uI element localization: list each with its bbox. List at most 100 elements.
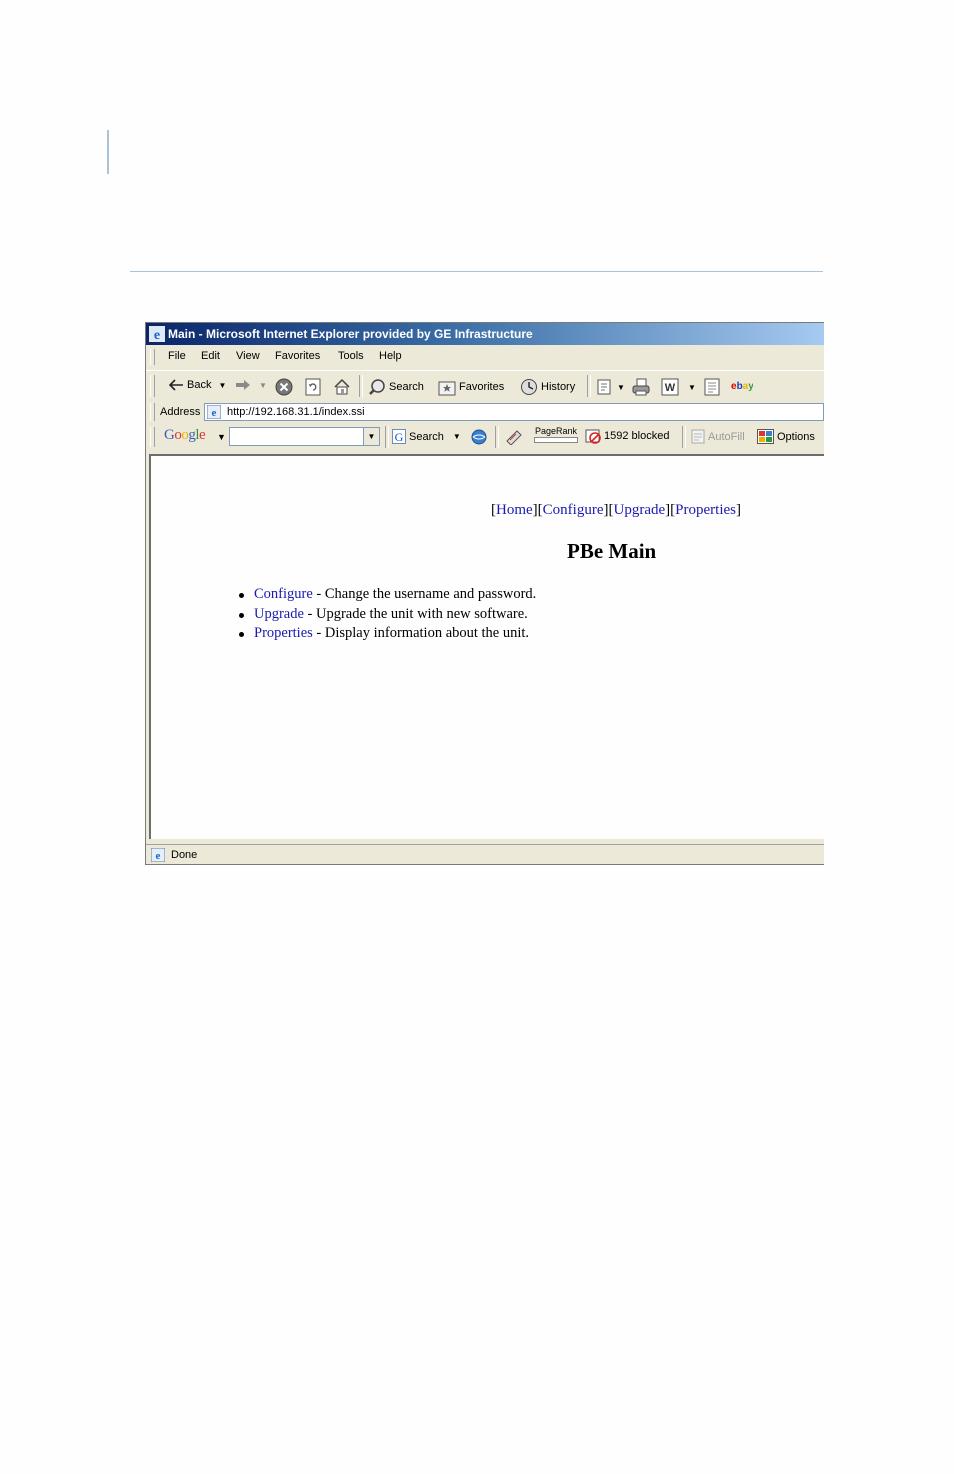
page-margin-line xyxy=(107,130,109,174)
toolbar-grip[interactable] xyxy=(150,375,155,397)
bullet-icon xyxy=(239,593,244,598)
forward-arrow-icon xyxy=(236,380,250,390)
list-item: Configure - Change the username and pass… xyxy=(239,586,536,606)
svg-text:G: G xyxy=(395,430,404,444)
news-button[interactable] xyxy=(505,429,523,445)
ebay-button[interactable]: ebay xyxy=(731,378,753,392)
word-icon: W xyxy=(661,378,679,396)
svg-text:e: e xyxy=(156,850,161,862)
upgrade-link[interactable]: Upgrade xyxy=(254,606,304,622)
menu-edit[interactable]: Edit xyxy=(201,350,220,362)
options-list: Configure - Change the username and pass… xyxy=(239,586,536,645)
page-viewport: [Home][Configure][Upgrade][Properties] P… xyxy=(149,454,824,839)
page-ie-icon: e xyxy=(207,405,221,419)
address-field[interactable]: e http://192.168.31.1/index.ssi xyxy=(204,403,824,421)
upgrade-description: - Upgrade the unit with new software. xyxy=(303,605,528,622)
options-button[interactable]: Options xyxy=(757,429,815,444)
edit-word-button[interactable]: W ▼ xyxy=(661,378,696,396)
list-item: Properties - Display information about t… xyxy=(239,625,536,645)
forward-dropdown-icon[interactable]: ▼ xyxy=(259,381,267,390)
properties-link[interactable]: Properties xyxy=(254,625,313,641)
google-logo[interactable]: Google xyxy=(164,427,206,444)
pagerank-indicator[interactable]: PageRank xyxy=(534,426,578,443)
ie-logo-icon: e xyxy=(149,326,165,342)
menu-file[interactable]: File xyxy=(168,350,186,362)
history-icon xyxy=(521,379,537,395)
discuss-icon xyxy=(704,378,720,396)
back-dropdown-icon[interactable]: ▼ xyxy=(218,381,226,390)
site-search-button[interactable] xyxy=(471,429,487,445)
menu-view[interactable]: View xyxy=(236,350,260,362)
svg-text:W: W xyxy=(665,382,676,394)
favorites-label: Favorites xyxy=(459,381,505,393)
pagerank-label: PageRank xyxy=(534,426,578,436)
menu-tools[interactable]: Tools xyxy=(338,350,364,362)
search-button[interactable]: Search xyxy=(368,378,424,396)
toolbar-separator xyxy=(385,426,389,448)
menu-help[interactable]: Help xyxy=(379,350,402,362)
menu-bar: File Edit View Favorites Tools Help xyxy=(146,346,824,368)
googlebar-grip[interactable] xyxy=(150,427,155,447)
nav-properties-link[interactable]: Properties xyxy=(675,502,736,518)
status-ie-icon: e xyxy=(151,848,165,862)
edit-dropdown-icon[interactable]: ▼ xyxy=(688,383,696,392)
refresh-button[interactable] xyxy=(304,378,322,396)
google-search-dropdown-icon[interactable]: ▼ xyxy=(363,428,379,445)
favorites-button[interactable]: Favorites xyxy=(438,378,504,396)
status-text: Done xyxy=(171,849,198,861)
menubar-grip[interactable] xyxy=(150,349,155,365)
autofill-button[interactable]: AutoFill xyxy=(691,429,745,444)
addressbar-grip[interactable] xyxy=(150,403,155,421)
list-item: Upgrade - Upgrade the unit with new soft… xyxy=(239,606,536,626)
svg-text:e: e xyxy=(212,407,217,419)
bullet-icon xyxy=(239,632,244,637)
google-search-dropdown-icon[interactable]: ▼ xyxy=(453,432,461,441)
svg-text:ebay: ebay xyxy=(731,381,753,392)
print-icon xyxy=(632,378,650,396)
window-titlebar[interactable]: e Main - Microsoft Internet Explorer pro… xyxy=(146,323,824,345)
back-button[interactable]: Back ▼ xyxy=(168,378,226,392)
status-bar: e Done xyxy=(146,844,824,864)
nav-upgrade-link[interactable]: Upgrade xyxy=(614,502,666,518)
forward-button[interactable]: ▼ xyxy=(234,378,267,392)
home-icon xyxy=(334,378,350,395)
page-divider xyxy=(130,271,823,272)
bullet-icon xyxy=(239,612,244,618)
print-button[interactable] xyxy=(632,378,650,396)
google-search-label: Search xyxy=(409,430,444,443)
nav-home-link[interactable]: Home xyxy=(496,502,533,518)
mail-dropdown-icon[interactable]: ▼ xyxy=(617,383,625,392)
menu-favorites[interactable]: Favorites xyxy=(275,350,320,362)
ebay-icon: ebay xyxy=(731,381,753,392)
nav-configure-link[interactable]: Configure xyxy=(543,502,604,518)
properties-description: - Display information about the unit. xyxy=(312,625,530,641)
pagerank-bar xyxy=(534,437,578,443)
globe-icon xyxy=(471,429,487,445)
toolbar-separator xyxy=(587,375,591,397)
mail-button[interactable]: ▼ xyxy=(596,378,625,396)
google-g-icon: G xyxy=(392,429,406,444)
refresh-icon xyxy=(305,378,321,396)
search-label: Search xyxy=(389,381,424,393)
google-search-input[interactable]: ▼ xyxy=(229,427,380,446)
window-title: Main - Microsoft Internet Explorer provi… xyxy=(168,327,533,341)
google-search-button[interactable]: G Search ▼ xyxy=(392,429,461,444)
history-label: History xyxy=(541,381,576,393)
autofill-label: AutoFill xyxy=(708,430,745,443)
browser-window: e Main - Microsoft Internet Explorer pro… xyxy=(145,322,824,865)
history-button[interactable]: History xyxy=(520,378,575,396)
discuss-button[interactable] xyxy=(703,378,721,396)
address-bar: Address e http://192.168.31.1/index.ssi xyxy=(146,401,824,423)
google-menu-dropdown-icon[interactable]: ▼ xyxy=(217,432,226,442)
configure-description: - Change the username and password. xyxy=(312,586,537,602)
back-arrow-icon xyxy=(168,379,183,391)
google-toolbar: Google ▼ ▼ G Search ▼ PageRank 1592 bloc… xyxy=(146,424,824,450)
options-label: Options xyxy=(777,430,815,443)
mail-icon xyxy=(597,379,611,395)
popup-blocker-button[interactable]: 1592 blocked xyxy=(585,428,669,444)
configure-link[interactable]: Configure xyxy=(254,586,313,602)
toolbar-separator xyxy=(359,375,363,397)
stop-button[interactable] xyxy=(275,378,293,396)
news-icon xyxy=(506,430,522,445)
home-button[interactable] xyxy=(333,378,351,396)
